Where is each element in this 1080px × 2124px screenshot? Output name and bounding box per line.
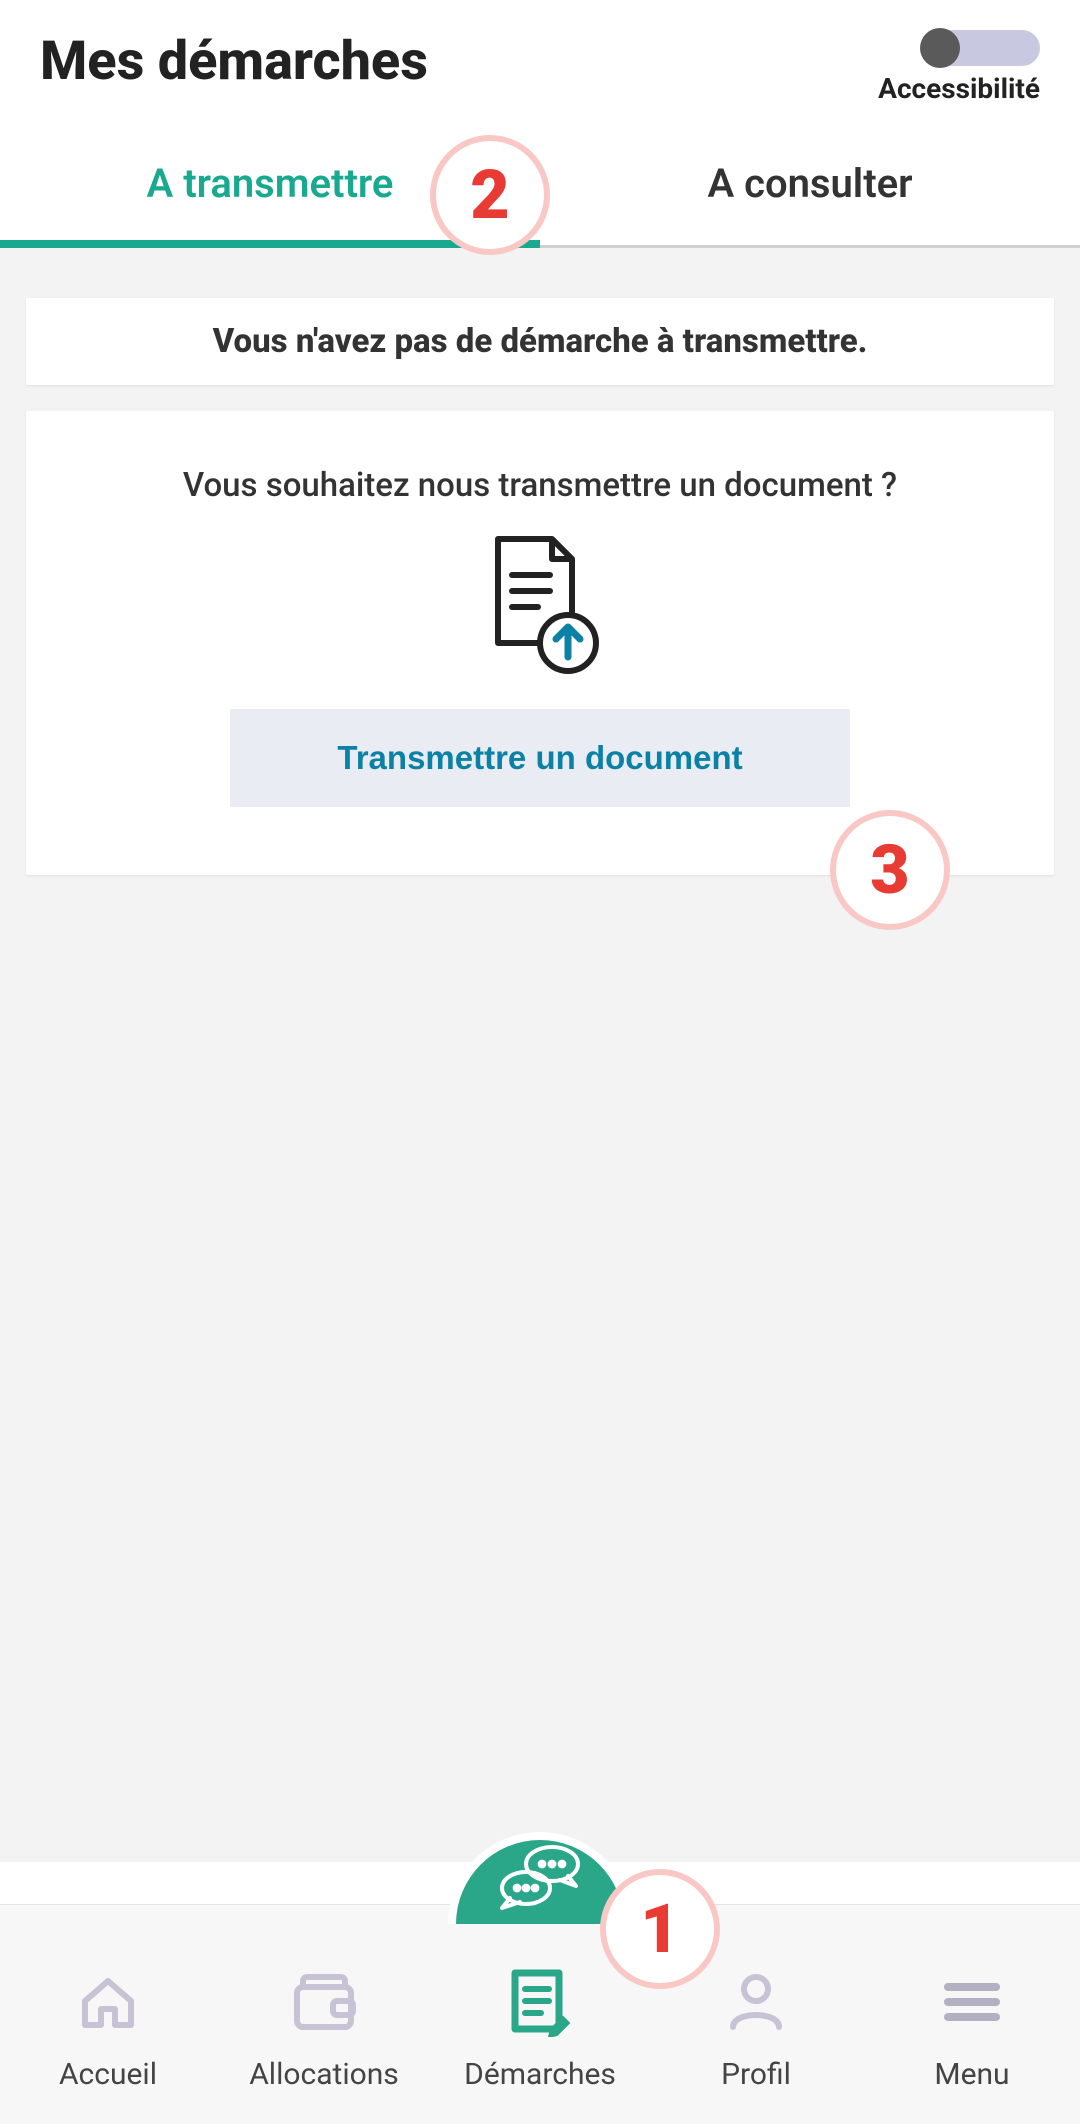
document-upload-icon <box>480 535 600 679</box>
callout-1: 1 <box>600 1869 720 1989</box>
empty-state-card: Vous n'avez pas de démarche à transmettr… <box>26 298 1054 385</box>
chat-bubbles-icon <box>496 1842 584 1916</box>
nav-item-menu[interactable]: Menu <box>864 1905 1080 2124</box>
accessibility-label: Accessibilité <box>878 72 1040 105</box>
menu-icon <box>942 1965 1002 2039</box>
wallet-icon <box>289 1965 359 2039</box>
nav-label: Allocations <box>249 2057 399 2092</box>
toggle-knob <box>920 28 960 68</box>
tab-a-consulter[interactable]: A consulter <box>540 115 1080 245</box>
document-edit-icon <box>505 1965 575 2039</box>
page-title: Mes démarches <box>40 30 428 93</box>
nav-label: Menu <box>934 2057 1009 2092</box>
tab-label: A transmettre <box>147 160 394 207</box>
accessibility-block: Accessibilité <box>878 30 1040 105</box>
home-icon <box>75 1965 141 2039</box>
accessibility-toggle[interactable] <box>922 30 1040 66</box>
callout-3: 3 <box>830 810 950 930</box>
page-header: Mes démarches Accessibilité <box>0 0 1080 115</box>
bottom-nav: Accueil Allocations Démarches <box>0 1904 1080 2124</box>
profile-icon <box>723 1965 789 2039</box>
upload-card: Vous souhaitez nous transmettre un docum… <box>26 411 1054 875</box>
nav-label: Démarches <box>464 2057 616 2092</box>
nav-item-allocations[interactable]: Allocations <box>216 1905 432 2124</box>
nav-label: Profil <box>721 2057 791 2092</box>
empty-state-text: Vous n'avez pas de démarche à transmettr… <box>213 322 868 361</box>
nav-label: Accueil <box>59 2057 157 2092</box>
callout-2: 2 <box>430 135 550 255</box>
content-area: Vous n'avez pas de démarche à transmettr… <box>0 248 1080 1862</box>
tab-label: A consulter <box>707 160 912 207</box>
nav-item-accueil[interactable]: Accueil <box>0 1905 216 2124</box>
upload-prompt: Vous souhaitez nous transmettre un docum… <box>86 466 994 505</box>
transmit-document-button[interactable]: Transmettre un document <box>230 709 850 807</box>
